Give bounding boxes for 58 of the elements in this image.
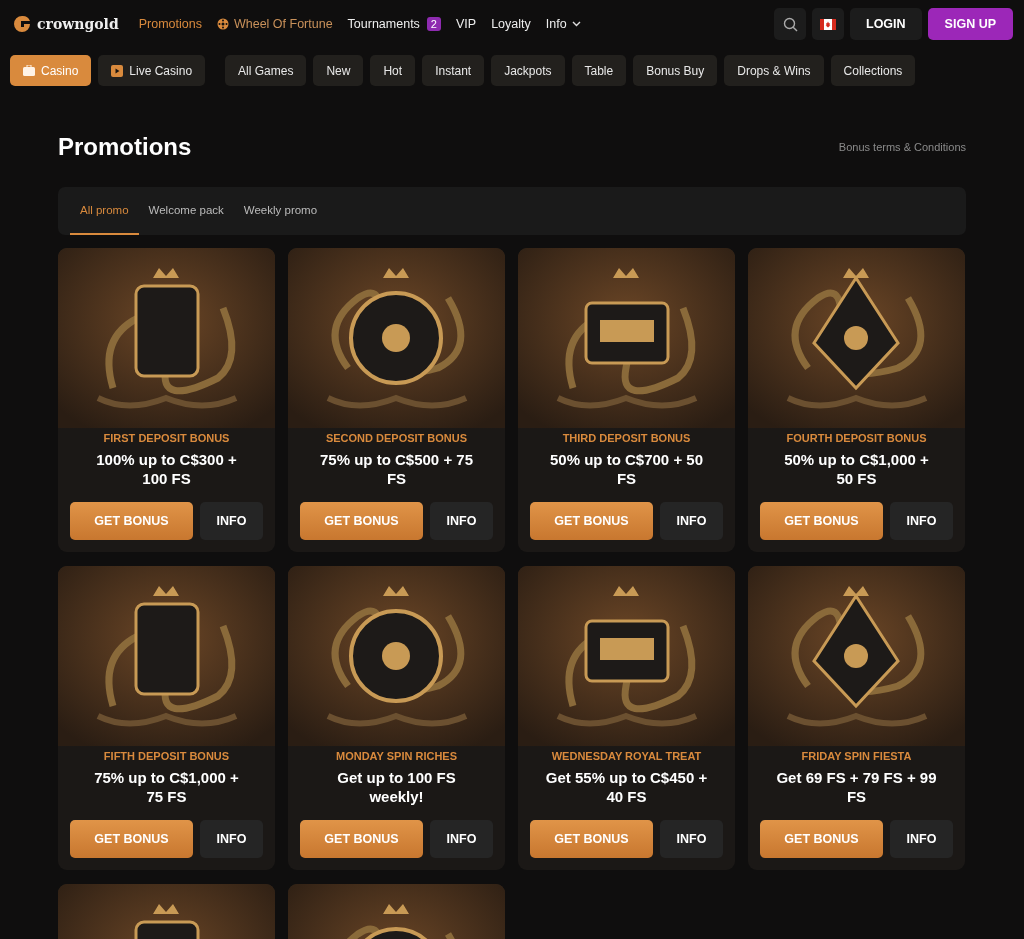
search-icon [782,16,798,32]
promo-label: WEDNESDAY ROYAL TREAT [551,750,702,762]
page-title: Promotions [58,133,192,161]
category-tab[interactable]: Hot [370,55,416,86]
info-button[interactable]: INFO [660,502,723,540]
info-button[interactable]: INFO [430,820,493,858]
login-button[interactable]: LOGIN [850,8,922,40]
info-button[interactable]: INFO [200,502,263,540]
nav-link[interactable]: Loyalty [491,17,531,31]
info-button[interactable]: INFO [890,820,953,858]
chevron-down-icon [571,21,581,27]
language-button[interactable] [812,8,844,40]
promo-tab[interactable]: Welcome pack [138,187,234,235]
promo-offer: Get up to 100 FS weekly! [336,768,457,806]
promo-offer: Get 69 FS + 79 FS + 99 FS [775,768,938,806]
promo-offer: Get 55% up to C$450 + 40 FS [544,768,709,806]
category-tab[interactable]: Table [571,55,627,86]
nav-link[interactable]: Wheel Of Fortune [216,17,333,31]
nav-link[interactable]: Tournaments 2 [347,17,441,31]
wheel-icon [216,18,229,30]
category-tab[interactable]: Jackpots [491,55,565,86]
promo-label: FIFTH DEPOSIT BONUS [103,750,230,762]
category-tab[interactable]: Drops & Wins [724,55,824,86]
signup-button[interactable]: SIGN UP [927,8,1013,40]
logo-text: crowngold [37,16,119,32]
promo-tab[interactable]: Weekly promo [233,187,328,235]
info-button[interactable]: INFO [890,502,953,540]
promo-offer: 100% up to C$300 + 100 FS [95,450,238,488]
section-tab[interactable]: Live Casino [98,55,206,86]
promo-tab[interactable]: All promo [70,187,139,235]
info-button[interactable]: INFO [200,820,263,858]
category-tab[interactable]: New [313,55,364,86]
info-button[interactable]: INFO [660,820,723,858]
nav-link[interactable]: Info [545,17,581,31]
nav-link[interactable]: Promotions [138,17,202,31]
promo-label: FRIDAY SPIN FIESTA [801,750,912,762]
promo-offer: 50% up to C$700 + 50 FS [549,450,704,488]
category-tab[interactable]: Bonus Buy [633,55,718,86]
nav-link[interactable]: VIP [456,17,477,31]
flag-icon [820,18,836,30]
briefcase-icon [23,65,35,76]
info-button[interactable]: INFO [430,502,493,540]
promo-offer: 75% up to C$500 + 75 FS [319,450,474,488]
promo-label: FIRST DEPOSIT BONUS [103,432,230,444]
category-tab[interactable]: Instant [422,55,485,86]
promo-label: FOURTH DEPOSIT BONUS [786,432,927,444]
promo-offer: 50% up to C$1,000 + 50 FS [783,450,930,488]
category-tab[interactable]: Collections [830,55,916,86]
count-badge: 2 [426,17,441,31]
logo-icon [12,14,32,34]
search-button[interactable] [774,8,806,40]
promo-label: MONDAY SPIN RICHES [336,750,457,762]
terms-link[interactable]: Bonus terms & Conditions [838,141,966,153]
promo-offer: 75% up to C$1,000 + 75 FS [93,768,240,806]
play-icon [111,64,124,77]
promo-label: THIRD DEPOSIT BONUS [562,432,691,444]
promo-label: SECOND DEPOSIT BONUS [325,432,468,444]
category-tab[interactable]: All Games [225,55,307,86]
